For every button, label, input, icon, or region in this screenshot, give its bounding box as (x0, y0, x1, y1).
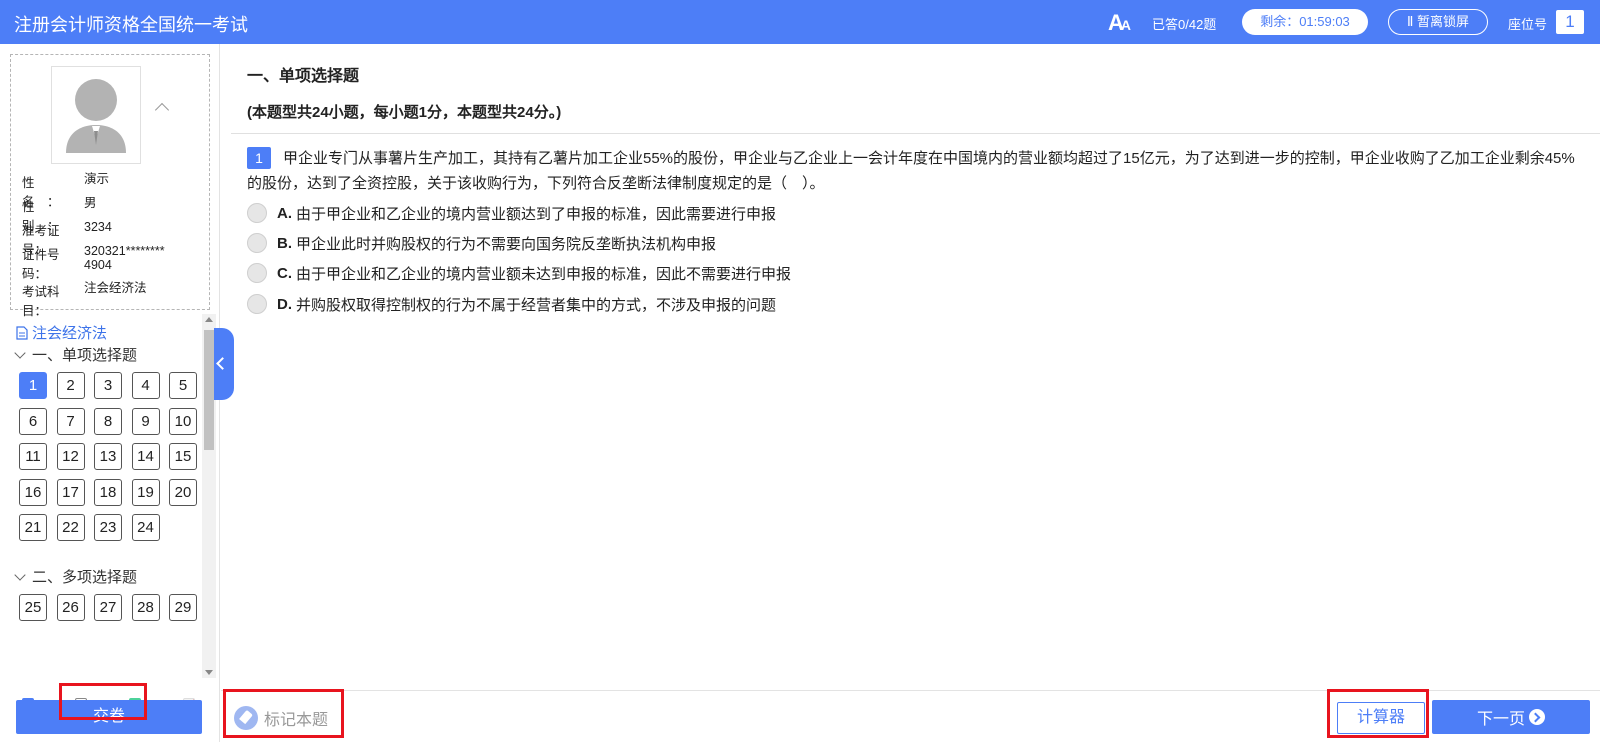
remaining-time: 剩余：01:59:03 (1242, 9, 1368, 35)
option-d[interactable]: D. 并购股权取得控制权的行为不属于经营者集中的方式，不涉及申报的问题 (247, 292, 776, 316)
question-nav-button[interactable]: 6 (19, 407, 47, 435)
question-nav-button[interactable]: 20 (169, 478, 197, 506)
section-multiple-choice[interactable]: 二、多项选择题 (14, 566, 137, 587)
question-nav-button[interactable]: 17 (56, 478, 85, 506)
option-a[interactable]: A. 由于甲企业和乙企业的境内营业额达到了申报的标准，因此需要进行申报 (247, 201, 776, 225)
question-nav-button[interactable]: 27 (94, 594, 122, 621)
question-nav-button[interactable]: 21 (19, 514, 47, 541)
scroll-up-icon[interactable] (205, 317, 213, 322)
info-id: 证件号码： 320321********4904 (22, 244, 165, 281)
question-nav-button[interactable]: 4 (131, 372, 160, 399)
question-nav-button[interactable]: 2 (56, 372, 85, 399)
option-b-radio[interactable] (247, 233, 267, 253)
question-nav-button[interactable]: 28 (131, 594, 160, 621)
avatar (51, 66, 141, 164)
highlight-calculator (1327, 689, 1429, 738)
section-description: (本题型共24小题，每小题1分，本题型共24分。) (247, 104, 562, 121)
seat-number: 1 (1556, 10, 1584, 34)
question-nav-button[interactable]: 23 (94, 514, 122, 541)
question-nav-button[interactable]: 19 (131, 478, 160, 506)
question-text: 甲企业专门从事薯片生产加工，其持有乙薯片加工企业55%的股份，甲企业与乙企业上一… (247, 150, 1575, 192)
highlight-submit (59, 683, 147, 720)
document-icon (16, 325, 28, 340)
chevron-down-icon (14, 568, 26, 581)
section-single-choice[interactable]: 一、单项选择题 (14, 344, 137, 365)
subject-title[interactable]: 注会经济法 (16, 322, 107, 343)
question-nav-button[interactable]: 18 (94, 478, 122, 506)
arrow-right-circle-icon (1529, 709, 1545, 725)
question-nav-button[interactable]: 14 (131, 443, 160, 470)
question-nav-button[interactable]: 13 (94, 443, 122, 470)
question-nav-button[interactable]: 9 (131, 407, 160, 435)
question-nav-button[interactable]: 7 (56, 407, 85, 435)
chevron-up-icon[interactable] (154, 102, 170, 118)
next-page-button[interactable]: 下一页 (1432, 700, 1590, 734)
question-nav-button[interactable]: 29 (169, 594, 197, 621)
option-a-radio[interactable] (247, 203, 267, 223)
option-d-radio[interactable] (247, 294, 267, 314)
question-nav-button[interactable]: 10 (169, 407, 197, 435)
app-title: 注册会计师资格全国统一考试 (14, 15, 248, 35)
chevron-left-icon (216, 357, 229, 370)
sidebar: 性 名 ： 演示 性 别 ： 男 准考证号： 3234 证件号码： 320321… (0, 44, 220, 742)
candidate-profile: 性 名 ： 演示 性 别 ： 男 准考证号： 3234 证件号码： 320321… (10, 54, 210, 318)
option-c[interactable]: C. 由于甲企业和乙企业的境内营业额未达到申报的标准，因此不需要进行申报 (247, 261, 791, 285)
question-stem: 1 甲企业专门从事薯片生产加工，其持有乙薯片加工企业55%的股份，甲企业与乙企业上… (247, 146, 1587, 196)
question-nav-button[interactable]: 25 (19, 594, 47, 621)
chevron-down-icon (14, 346, 26, 359)
option-b[interactable]: B. 甲企业此时并购股权的行为不需要向国务院反垄断执法机构申报 (247, 231, 716, 255)
question-nav-button[interactable]: 16 (19, 478, 47, 506)
question-nav-button[interactable]: 8 (94, 407, 122, 435)
question-nav-button[interactable]: 3 (94, 372, 122, 399)
pause-lock-button[interactable]: Ⅱ 暂离锁屏 (1388, 9, 1488, 35)
section-title: 一、单项选择题 (247, 68, 360, 85)
highlight-mark (223, 689, 344, 738)
font-size-icon[interactable]: AA (1108, 10, 1131, 36)
answered-count: 已答0/42题 (1152, 17, 1217, 32)
user-silhouette-icon (66, 79, 126, 153)
option-c-radio[interactable] (247, 263, 267, 283)
question-number-badge: 1 (247, 147, 271, 169)
question-navigator: 注会经济法 一、单项选择题 1 2 3 4 5 6 7 8 9 10 11 12 13 14 15 16 17 1… (10, 314, 210, 678)
top-bar: 注册会计师资格全国统一考试 AA 已答0/42题 剩余：01:59:03 Ⅱ 暂… (0, 0, 1600, 44)
question-nav-button[interactable]: 15 (169, 443, 197, 470)
question-nav-button[interactable]: 5 (169, 372, 197, 399)
question-nav-button[interactable]: 1 (19, 372, 47, 399)
question-nav-button[interactable]: 12 (56, 443, 85, 470)
question-nav-button[interactable]: 26 (56, 594, 85, 621)
question-nav-button[interactable]: 11 (19, 443, 47, 470)
question-panel: 一、单项选择题 (本题型共24小题，每小题1分，本题型共24分。) 1 甲企业专门… (231, 44, 1600, 690)
scroll-down-icon[interactable] (205, 670, 213, 675)
question-nav-button[interactable]: 24 (131, 514, 160, 541)
divider (231, 133, 1600, 134)
question-nav-button[interactable]: 22 (56, 514, 85, 541)
seat-label: 座位号 (1508, 17, 1548, 32)
scrollbar-thumb[interactable] (204, 330, 214, 450)
